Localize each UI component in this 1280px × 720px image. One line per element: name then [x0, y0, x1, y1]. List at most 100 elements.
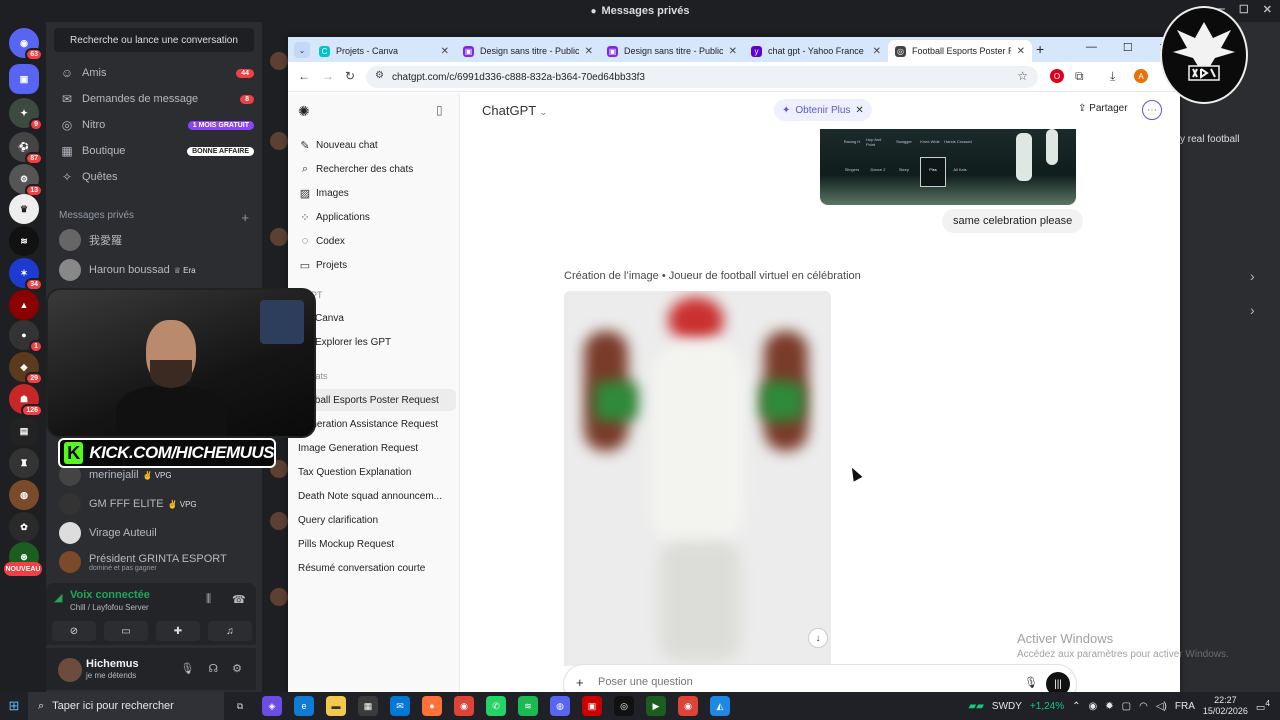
server-icon[interactable]: ♛ — [9, 194, 39, 224]
microphone-icon[interactable]: 🎙 — [180, 662, 194, 675]
server-icon[interactable]: ✿ — [9, 512, 39, 542]
server-icon[interactable]: ◍ — [9, 480, 39, 510]
server-icon[interactable]: ♜ — [9, 448, 39, 478]
avatar[interactable] — [58, 658, 82, 682]
chevron-up-icon[interactable]: ⌃ — [1072, 701, 1080, 712]
soundboard-button[interactable]: ♫ — [208, 621, 252, 641]
server-icon[interactable]: ▤ — [9, 416, 39, 446]
sidebar-applications[interactable]: ⁘ Applications — [298, 206, 456, 228]
more-options-icon[interactable]: ⋯ — [1142, 100, 1162, 120]
generated-image[interactable] — [564, 291, 831, 666]
forward-icon[interactable]: → — [322, 69, 334, 83]
share-button[interactable]: ⇪ Partager — [1078, 103, 1128, 114]
nav-quests[interactable]: ✧ Quêtes — [54, 164, 254, 190]
download-icon[interactable]: ⤓ — [1110, 69, 1115, 84]
new-tab-icon[interactable]: + — [1036, 41, 1044, 57]
dm-search-button[interactable]: Recherche ou lance une conversation — [54, 28, 254, 52]
maximize-icon[interactable]: ☐ — [1123, 41, 1133, 54]
file-explorer-icon[interactable]: ▬ — [326, 696, 346, 716]
chat-item[interactable]: Query clarification — [298, 509, 456, 531]
dm-item[interactable]: Virage Auteuil — [54, 518, 254, 548]
noise-icon[interactable]: ⫼ — [206, 593, 211, 606]
message-input[interactable] — [598, 676, 978, 688]
voice-channel[interactable]: Chill / Layfofou Server — [70, 603, 149, 612]
minimize-icon[interactable]: — — [1086, 41, 1097, 54]
app-icon[interactable]: ◭ — [710, 696, 730, 716]
voice-status[interactable]: Voix connectée — [70, 589, 150, 601]
close-tab-icon[interactable]: ✕ — [441, 46, 449, 57]
close-tab-icon[interactable]: ✕ — [1017, 46, 1025, 57]
close-icon[interactable]: ✕ — [1263, 3, 1272, 16]
start-button[interactable]: ⊞ — [0, 692, 28, 720]
nav-message-requests[interactable]: ✉ Demandes de message 8 — [54, 86, 254, 112]
dm-item[interactable]: Président GRINTA ESPORT dominé et pas ga… — [54, 547, 254, 577]
dm-item[interactable]: GM FFF ELITE ✌ VPG — [54, 489, 254, 519]
headphones-icon[interactable]: ☊ — [208, 662, 218, 675]
chat-item[interactable]: Death Note squad announcem... — [298, 485, 456, 507]
nav-friends[interactable]: ☺ Amis 44 — [54, 60, 254, 86]
chat-item[interactable]: Tax Question Explanation — [298, 461, 456, 483]
chevron-right-icon[interactable]: › — [1250, 268, 1255, 284]
ticker-symbol[interactable]: SWDY — [992, 701, 1022, 712]
app-tray-icon[interactable]: ▢ — [1122, 701, 1131, 712]
obs-icon[interactable]: ◎ — [614, 696, 634, 716]
chat-item-active[interactable]: tball Esports Poster Request — [298, 389, 456, 411]
server-icon[interactable]: ⚽ 87 — [9, 132, 43, 165]
gpt-canva[interactable]: Canva — [298, 307, 456, 329]
app-icon[interactable]: ▶ — [646, 696, 666, 716]
close-tab-icon[interactable]: ✕ — [873, 46, 881, 57]
chat-item[interactable]: Pills Mockup Request — [298, 533, 456, 555]
back-icon[interactable]: ← — [298, 69, 310, 83]
language-indicator[interactable]: FRA — [1175, 701, 1195, 712]
chevron-right-icon[interactable]: › — [1250, 302, 1255, 318]
maximize-icon[interactable]: ☐ — [1239, 3, 1249, 16]
browser-tab-active[interactable]: ◎ Football Esports Poster Re... ✕ — [888, 40, 1032, 62]
wifi-icon[interactable]: ◠ — [1139, 701, 1148, 712]
server-icon[interactable]: ● 1 — [9, 320, 43, 353]
address-bar[interactable]: ⚙ chatgpt.com/c/6991d336-c888-832a-b364-… — [366, 66, 1038, 88]
firefox-icon[interactable]: ● — [422, 696, 442, 716]
whatsapp-icon[interactable]: ✆ — [486, 696, 506, 716]
disconnect-icon[interactable]: ☎ — [232, 593, 246, 606]
scroll-down-button[interactable]: ↓ — [808, 628, 828, 648]
activities-button[interactable]: ✚ — [156, 621, 200, 641]
gear-icon[interactable]: ⚙ — [232, 662, 242, 675]
task-view-icon[interactable]: ⧉ — [230, 696, 250, 716]
sidebar-toggle-icon[interactable]: ▯ — [436, 103, 443, 117]
profile-avatar[interactable]: A — [1134, 69, 1148, 83]
edge-icon[interactable]: e — [294, 696, 314, 716]
server-icon[interactable]: ◆ 29 — [9, 352, 43, 385]
openai-logo-icon[interactable]: ✺ — [298, 103, 310, 120]
server-icon[interactable]: ≋ — [9, 226, 39, 256]
home-button[interactable]: ◉ 63 — [9, 28, 43, 61]
opera-extension-icon[interactable]: O — [1050, 69, 1064, 83]
sidebar-search-chats[interactable]: ⌕ Rechercher des chats — [298, 158, 456, 180]
gpt-explore[interactable]: Explorer les GPT — [298, 331, 456, 353]
server-icon[interactable]: ✶ 34 — [9, 258, 43, 291]
sidebar-projects[interactable]: ▭ Projets — [298, 254, 456, 276]
bookmark-star-icon[interactable]: ☆ — [1017, 69, 1028, 83]
dm-icon[interactable]: ▣ — [9, 64, 39, 94]
user-uploaded-image[interactable]: Racing H Hop And Point Swagger Knee Wide… — [820, 129, 1076, 205]
chrome-icon[interactable]: ◉ — [454, 696, 474, 716]
close-icon[interactable]: ✕ — [855, 105, 863, 116]
volume-icon[interactable]: ◁) — [1156, 701, 1167, 712]
chat-item[interactable]: Image Generation Request — [298, 437, 456, 459]
server-icon[interactable]: ⚙ 13 — [9, 164, 43, 197]
extensions-icon[interactable]: ⧉ — [1075, 69, 1084, 84]
site-info-icon[interactable]: ⚙ — [375, 70, 384, 81]
add-dm-icon[interactable]: + — [241, 210, 249, 225]
browser-tab[interactable]: ▣ Design sans titre - Publicati... ✕ — [600, 40, 744, 62]
sidebar-new-chat[interactable]: ✎ Nouveau chat — [298, 134, 456, 156]
app-tray-icon[interactable]: ◉ — [1089, 701, 1098, 712]
clock[interactable]: 22:27 15/02/2026 — [1203, 695, 1248, 717]
add-attachment-icon[interactable]: + — [576, 675, 584, 690]
sidebar-images[interactable]: ▨ Images — [298, 182, 456, 204]
sidebar-codex[interactable]: ◌ Codex — [298, 230, 456, 252]
tab-search-icon[interactable]: ⌄ — [294, 42, 310, 58]
camera-off-button[interactable]: ⊘ — [52, 621, 96, 641]
microphone-icon[interactable]: 🎙 — [1024, 676, 1038, 689]
browser-tab[interactable]: C Projets - Canva ✕ — [312, 40, 456, 62]
chat-item[interactable]: Generation Assistance Request — [298, 413, 456, 435]
model-selector[interactable]: ChatGPT ⌄ — [482, 103, 547, 118]
